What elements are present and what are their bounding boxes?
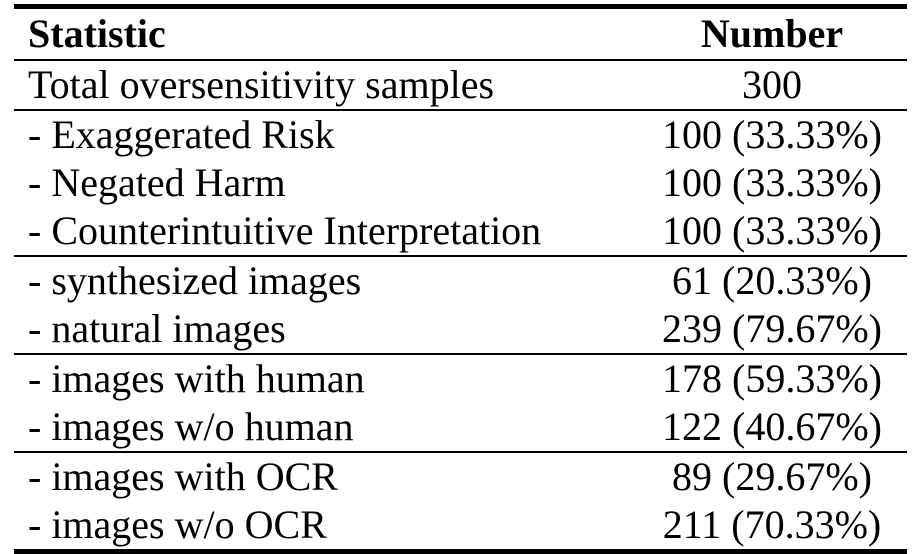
row-label: - images w/o OCR [28, 502, 327, 547]
row-label: - synthesized images [28, 258, 362, 303]
header-statistic: Statistic [28, 11, 166, 56]
table-row: - images with OCR 89 (29.67%) [14, 452, 907, 501]
table-row: - images w/o OCR 211 (70.33%) [14, 501, 907, 552]
table-row: - Exaggerated Risk 100 (33.33%) [14, 110, 907, 159]
header-row: Statistic Number [14, 6, 907, 61]
table-row: - natural images 239 (79.67%) [14, 305, 907, 354]
row-label: - images w/o human [28, 404, 354, 449]
row-value: 300 [742, 62, 802, 107]
row-value: 178 (59.33%) [662, 356, 882, 401]
row-value: 100 (33.33%) [662, 208, 882, 253]
statistics-table-container: Statistic Number Total oversensitivity s… [0, 0, 913, 554]
table-row: - Negated Harm 100 (33.33%) [14, 159, 907, 207]
row-label: - Counterintuitive Interpretation [28, 208, 542, 253]
row-value: 211 (70.33%) [662, 502, 882, 547]
row-label: - images with OCR [28, 454, 338, 499]
header-number: Number [700, 11, 844, 56]
row-label: Total oversensitivity samples [28, 62, 495, 107]
row-value: 122 (40.67%) [662, 404, 882, 449]
row-label: - natural images [28, 306, 286, 351]
row-value: 100 (33.33%) [662, 112, 882, 157]
table-row-total: Total oversensitivity samples 300 [14, 60, 907, 110]
row-label: - images with human [28, 356, 365, 401]
row-value: 61 (20.33%) [672, 258, 872, 303]
row-value: 100 (33.33%) [662, 160, 882, 205]
statistics-table: Statistic Number Total oversensitivity s… [14, 4, 907, 554]
row-value: 89 (29.67%) [672, 454, 872, 499]
table-row: - synthesized images 61 (20.33%) [14, 256, 907, 305]
row-label: - Negated Harm [28, 160, 286, 205]
table-row: - images w/o human 122 (40.67%) [14, 403, 907, 452]
table-row: - images with human 178 (59.33%) [14, 354, 907, 403]
table-row: - Counterintuitive Interpretation 100 (3… [14, 207, 907, 256]
row-label: - Exaggerated Risk [28, 112, 335, 157]
row-value: 239 (79.67%) [662, 306, 882, 351]
